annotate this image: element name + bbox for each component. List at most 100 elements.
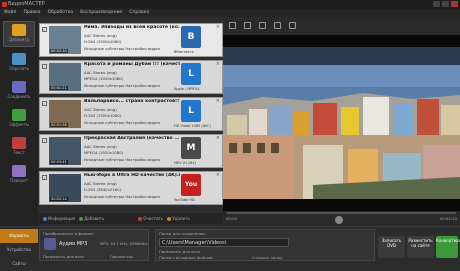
duration-label: 00:01:21	[50, 86, 68, 90]
subtitle-settings[interactable]: Исходные субтитры Настройки видео	[84, 83, 160, 88]
settings-icon[interactable]	[289, 21, 296, 29]
remove-file-icon[interactable]: ×	[216, 98, 220, 104]
add-button[interactable]: Добавить	[79, 216, 104, 221]
menu-playback[interactable]: Воспроизведение	[80, 9, 122, 17]
file-checkbox[interactable]: ✓	[42, 64, 47, 69]
file-list: ✓ 00:02:10 Рима. Эпизоды из всей красоте…	[39, 17, 223, 213]
app-title: ВидеоМАСТЕР	[8, 1, 45, 7]
video-info: H.264 (3840x2160)	[84, 187, 121, 192]
sidebar-item-text[interactable]: Текст	[3, 135, 35, 161]
delete-icon	[167, 216, 172, 221]
audio-track[interactable]: AAC Stereo (eng)	[84, 70, 117, 75]
remove-file-icon[interactable]: ×	[216, 24, 220, 30]
file-checkbox[interactable]: ✓	[42, 101, 47, 106]
audio-track[interactable]: AAC Stereo (eng)	[84, 33, 117, 38]
tab-devices[interactable]: Устройства	[0, 243, 38, 257]
publish-button[interactable]: Разместить на сайте	[407, 236, 434, 258]
sidebar-item-merge[interactable]: Соединить	[3, 79, 35, 105]
sidebar-item-label: Поворот	[10, 178, 28, 183]
list-item[interactable]: ✓ 00:03:41 Прекрасная Австралия (качеств…	[39, 134, 223, 168]
format-detail: MP3, 44.1 kHz, 256Kbit/s	[100, 241, 148, 246]
format-heading: Преобразовать в формат:	[43, 231, 95, 236]
file-checkbox[interactable]: ✓	[42, 27, 47, 32]
snapshot-icon[interactable]	[229, 21, 236, 29]
save-path-input[interactable]: C:\Users\Manager\Videos\	[159, 238, 289, 247]
sidebar-item-rotate[interactable]: Поворот	[3, 163, 35, 189]
crop-icon[interactable]	[274, 21, 281, 29]
subtitle-settings[interactable]: Исходные субтитры Настройки видео	[84, 194, 160, 199]
sidebar-item-label: Добавить	[8, 37, 30, 42]
save-heading: Папка для сохранения:	[159, 231, 206, 236]
burn-dvd-button[interactable]: Записать DVD	[378, 236, 405, 258]
duration-label: 00:02:14	[50, 197, 68, 201]
video-thumbnail: 00:02:14	[49, 174, 81, 202]
minimize-button[interactable]	[433, 1, 440, 7]
format-selector[interactable]: Преобразовать в формат: Аудио MP3 MP3, 4…	[39, 229, 149, 261]
add-icon	[79, 216, 84, 221]
audio-track[interactable]: AAC Stereo (eng)	[84, 181, 117, 186]
sidebar-item-add[interactable]: Добавить	[3, 21, 35, 47]
seek-slider[interactable]	[227, 212, 456, 214]
merge-icon	[12, 81, 26, 93]
info-icon	[43, 216, 47, 221]
compare-icon[interactable]	[259, 21, 266, 29]
duration-label: 00:03:41	[50, 160, 68, 164]
menu-bar: Файл Правка Обработка Воспроизведение Сп…	[0, 9, 460, 17]
list-item[interactable]: ✓ 00:01:56 Вальпараисо... страна контрас…	[39, 97, 223, 131]
video-info: MPEG4 (1920x1080)	[84, 150, 124, 155]
list-item[interactable]: ✓ 00:01:21 Красота и романы Дубаи !!! (к…	[39, 60, 223, 94]
target-format-icon[interactable]: L	[181, 63, 201, 85]
video-thumbnail: 00:03:41	[49, 137, 81, 165]
play-icon[interactable]	[335, 216, 343, 224]
target-format-icon[interactable]: M	[181, 137, 201, 159]
menu-edit[interactable]: Правка	[23, 9, 40, 17]
current-time: 00:00	[226, 216, 237, 221]
info-label: Информация	[48, 216, 76, 221]
apply-all-checkbox[interactable]: Применить для всех	[43, 254, 84, 259]
audio-track[interactable]: AAC Stereo (eng)	[84, 107, 117, 112]
file-checkbox[interactable]: ✓	[42, 138, 47, 143]
params-button[interactable]: Параметры	[110, 254, 133, 259]
file-name: Красота и романы Дубаи !!! (качест...).m…	[84, 62, 180, 67]
file-checkbox[interactable]: ✓	[42, 175, 47, 180]
target-format-icon[interactable]: В	[181, 26, 201, 48]
close-button[interactable]	[451, 1, 458, 7]
delete-button[interactable]: Удалить	[167, 216, 190, 221]
info-button[interactable]: Информация	[43, 216, 75, 221]
convert-button[interactable]: Конвертировать	[436, 236, 460, 258]
target-format-icon[interactable]: You	[181, 174, 201, 196]
apply-all-option[interactable]: Применить для всех	[159, 249, 200, 254]
format-name: Аудио MP3	[59, 241, 88, 247]
video-thumbnail: 00:02:10	[49, 26, 81, 54]
source-folder-option[interactable]: Папка с исходным файлом	[159, 255, 213, 260]
menu-file[interactable]: Файл	[4, 9, 16, 17]
remove-file-icon[interactable]: ×	[216, 135, 220, 141]
audio-track[interactable]: AAC Stereo (eng)	[84, 144, 117, 149]
playback-bar: 00:00 00:02:10	[223, 211, 460, 226]
menu-process[interactable]: Обработка	[48, 9, 74, 17]
menu-help[interactable]: Справка	[129, 9, 149, 17]
preview-toolbar	[223, 17, 460, 33]
delete-label: Удалить	[172, 216, 190, 221]
preview-frame	[223, 47, 460, 199]
target-format-icon[interactable]: L	[181, 100, 201, 122]
clear-button[interactable]: Очистить	[138, 216, 163, 221]
fullscreen-icon[interactable]	[244, 21, 251, 29]
list-item[interactable]: ✓ 00:02:14 Нью-Йорк в Ultra HD качестве …	[39, 171, 223, 205]
sidebar-item-label: Эффекты	[9, 122, 29, 127]
sidebar-item-label: Обрезать	[9, 66, 29, 71]
sidebar-item-cut[interactable]: Обрезать	[3, 51, 35, 77]
tab-sites[interactable]: Сайты	[0, 257, 38, 271]
tab-formats[interactable]: Форматы	[0, 229, 38, 243]
remove-file-icon[interactable]: ×	[216, 172, 220, 178]
sidebar-item-effects[interactable]: Эффекты	[3, 107, 35, 133]
open-folder-button[interactable]: Открыть папку	[252, 255, 282, 260]
target-format-label: Apple / MPEG4	[174, 87, 200, 91]
list-item[interactable]: ✓ 00:02:10 Рима. Эпизоды из всей красоте…	[39, 23, 223, 57]
subtitle-settings[interactable]: Исходные субтитры Настройки видео	[84, 120, 160, 125]
subtitle-settings[interactable]: Исходные субтитры Настройки видео	[84, 157, 160, 162]
subtitle-settings[interactable]: Исходные субтитры Настройки видео	[84, 46, 160, 51]
video-preview[interactable]	[223, 35, 460, 211]
maximize-button[interactable]	[442, 1, 449, 7]
remove-file-icon[interactable]: ×	[216, 61, 220, 67]
